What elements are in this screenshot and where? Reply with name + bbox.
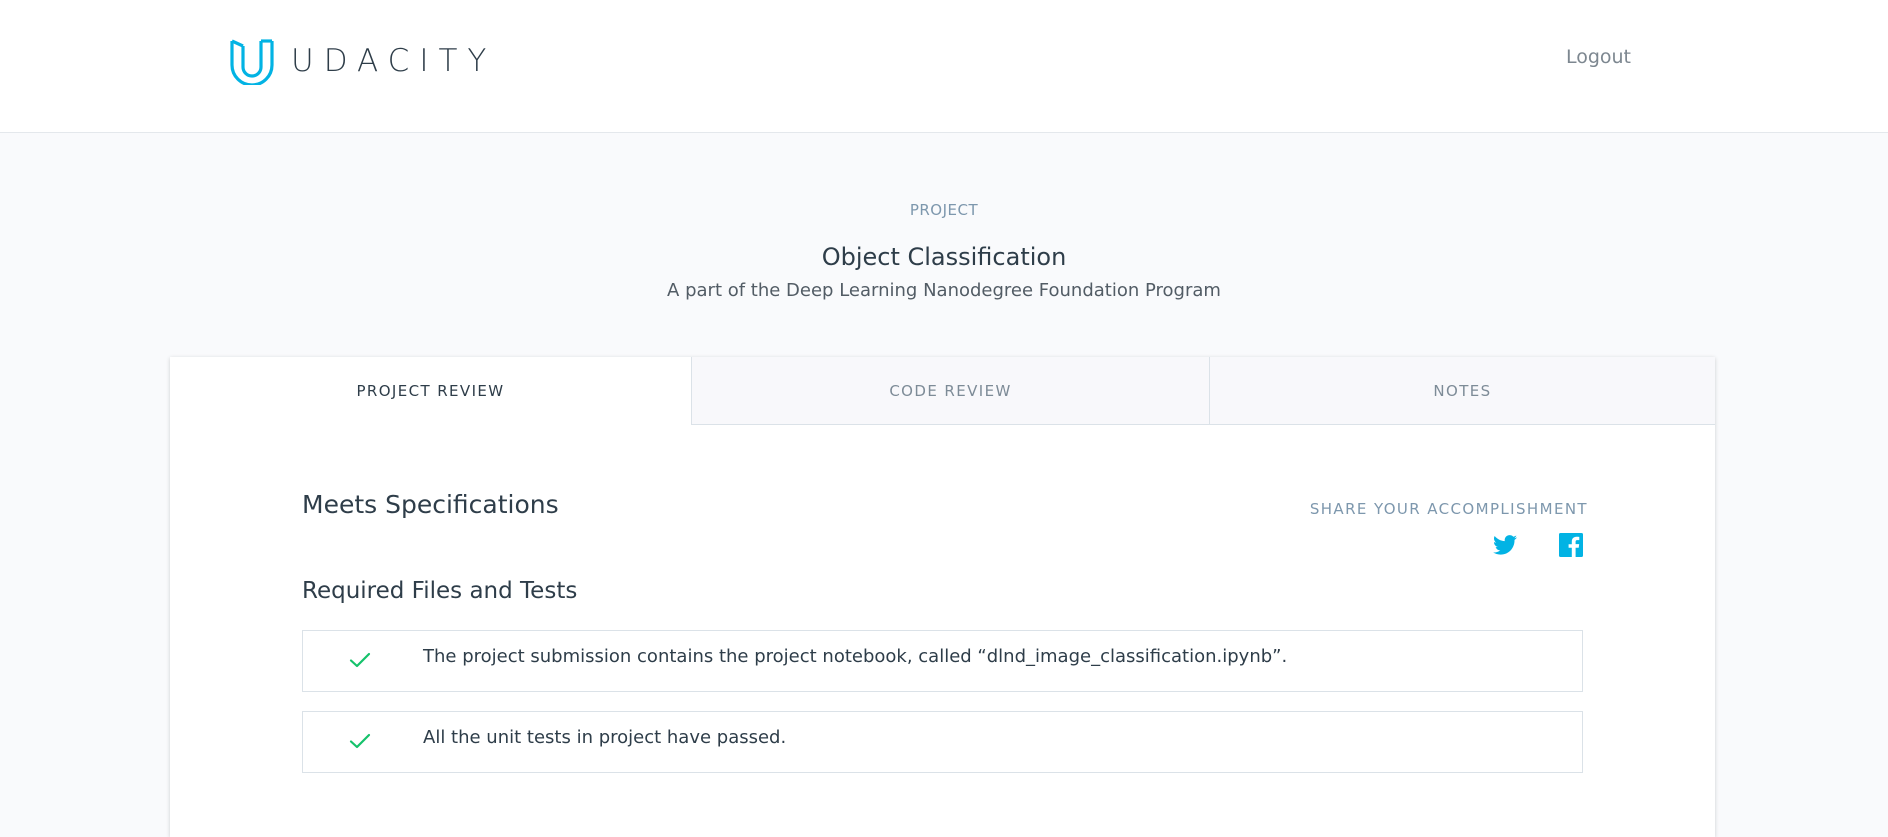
check-icon [349, 733, 371, 749]
rubric-text: All the unit tests in project have passe… [423, 727, 787, 748]
brand-name: UDACITY [291, 42, 497, 79]
project-eyebrow: PROJECT [909, 201, 979, 219]
project-title: Object Classification [821, 243, 1067, 271]
rubric-item: The project submission contains the proj… [302, 630, 1583, 692]
tab-project-review[interactable]: PROJECT REVIEW [170, 357, 691, 425]
section-title: Required Files and Tests [302, 578, 578, 604]
facebook-icon[interactable] [1559, 533, 1583, 561]
tab-code-review[interactable]: CODE REVIEW [691, 357, 1209, 425]
site-header: UDACITY Logout [0, 0, 1888, 133]
share-buttons [1493, 533, 1583, 561]
share-label: SHARE YOUR ACCOMPLISHMENT [1309, 500, 1588, 518]
rubric-item: All the unit tests in project have passe… [302, 711, 1583, 773]
udacity-logo[interactable]: UDACITY [229, 37, 496, 85]
udacity-u-logo-icon [230, 39, 274, 85]
rubric-text: The project submission contains the proj… [423, 646, 1288, 667]
review-status: Meets Specifications [302, 490, 559, 519]
project-subtitle: A part of the Deep Learning Nanodegree F… [667, 280, 1221, 301]
tab-notes[interactable]: NOTES [1209, 357, 1715, 425]
twitter-icon[interactable] [1493, 535, 1517, 559]
check-icon [349, 652, 371, 668]
review-tabs: PROJECT REVIEW CODE REVIEW NOTES [170, 357, 1715, 425]
logout-link[interactable]: Logout [1566, 46, 1631, 68]
review-card: PROJECT REVIEW CODE REVIEW NOTES Meets S… [170, 357, 1715, 837]
